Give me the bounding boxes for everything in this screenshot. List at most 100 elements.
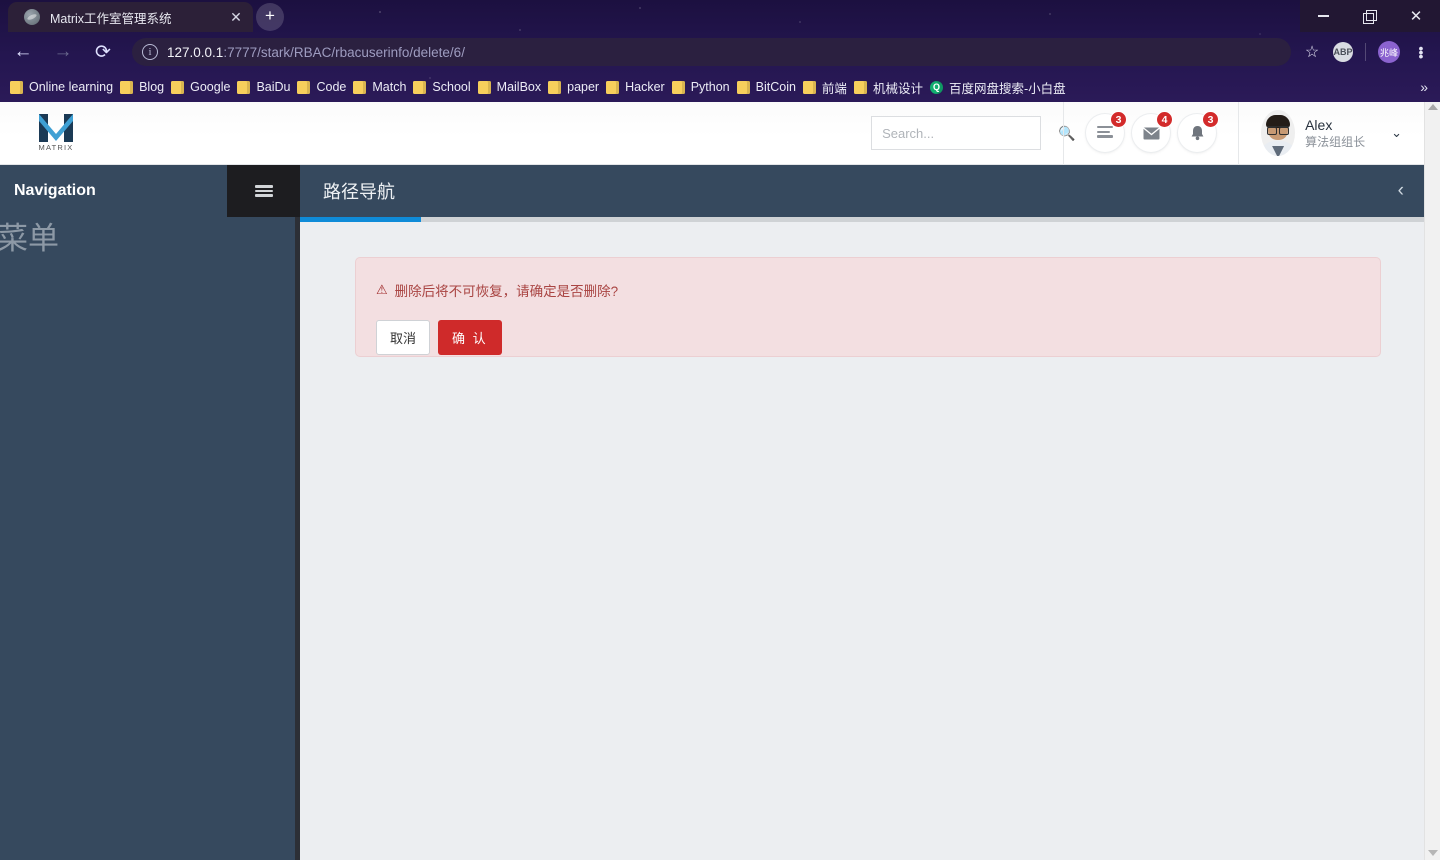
alert-actions: 取消 确 认 <box>376 320 1360 355</box>
tab-title: Matrix工作室管理系统 <box>50 11 172 26</box>
reload-icon[interactable]: ⟳ <box>86 35 120 69</box>
folder-icon <box>548 80 562 94</box>
bookmark-item[interactable]: Hacker <box>606 80 665 94</box>
alerts-badge: 3 <box>1202 111 1220 128</box>
forward-icon[interactable]: → <box>46 35 80 69</box>
avatar <box>1261 110 1296 156</box>
alert-message-row: ⚠ 删除后将不可恢复，请确定是否删除? <box>376 280 1360 300</box>
new-tab-button[interactable]: + <box>256 3 284 31</box>
delete-confirm-alert: ⚠ 删除后将不可恢复，请确定是否删除? 取消 确 认 <box>355 257 1381 357</box>
bookmark-item[interactable]: Google <box>171 80 230 94</box>
search-icon[interactable]: 🔍 <box>1058 125 1075 142</box>
folder-icon <box>477 80 491 94</box>
folder-icon <box>353 80 367 94</box>
app-logo[interactable]: MATRIX <box>30 114 82 152</box>
bookmark-star-icon[interactable]: ☆ <box>1299 39 1325 65</box>
bookmark-item[interactable]: Online learning <box>10 80 113 94</box>
scroll-up-arrow-icon[interactable] <box>1428 104 1438 110</box>
adblock-extension-icon[interactable]: ABP <box>1333 42 1353 62</box>
folder-icon <box>10 80 23 94</box>
logo-wordmark: MATRIX <box>38 143 74 152</box>
tasks-badge: 3 <box>1110 111 1128 128</box>
collapse-sidebar-icon[interactable]: ‹ <box>1398 180 1404 202</box>
browser-tab[interactable]: Matrix工作室管理系统 ✕ <box>8 2 253 32</box>
window-controls: ✕ <box>1300 0 1440 32</box>
sidebar-menu-label: 菜单 <box>0 221 59 256</box>
minimize-button[interactable] <box>1300 0 1346 32</box>
bookmark-label: 机械设计 <box>872 81 923 96</box>
url-path: :7777/stark/RBAC/rbacuserinfo/delete/6/ <box>223 44 465 60</box>
chrome-menu-icon[interactable]: • • • <box>1410 41 1432 63</box>
bookmark-item[interactable]: 百度网盘搜索-小白盘 <box>929 78 1066 97</box>
bookmark-item[interactable]: 前端 <box>802 78 847 97</box>
bookmarks-overflow-icon[interactable]: » <box>1420 79 1428 95</box>
close-icon[interactable]: ✕ <box>227 8 245 26</box>
browser-window: Matrix工作室管理系统 ✕ + ✕ ← → ⟳ i 127.0.0.1:77… <box>0 0 1440 860</box>
bookmark-label: Code <box>316 80 347 94</box>
bell-icon <box>1191 126 1203 141</box>
search-input[interactable] <box>882 125 1059 141</box>
app-header-right: 🔍 3 4 <box>871 102 1424 165</box>
tab-strip: Matrix工作室管理系统 ✕ + ✕ <box>0 0 1440 32</box>
globe-icon <box>24 9 40 25</box>
breadcrumb: 路径导航 <box>323 182 395 202</box>
chevron-down-icon[interactable]: ⌄ <box>1391 125 1402 141</box>
url-text: 127.0.0.1:7777/stark/RBAC/rbacuserinfo/d… <box>167 45 465 60</box>
tasks-icon <box>1097 125 1114 140</box>
bookmark-label: Hacker <box>625 80 665 94</box>
bookmark-label: 百度网盘搜索-小白盘 <box>948 81 1066 96</box>
back-icon[interactable]: ← <box>6 35 40 69</box>
confirm-button[interactable]: 确 认 <box>438 320 502 355</box>
envelope-icon <box>1142 126 1160 139</box>
bookmark-label: Google <box>190 80 231 94</box>
profile-avatar[interactable]: 兆峰 <box>1378 41 1400 63</box>
page-scrollbar[interactable] <box>1424 102 1440 860</box>
bookmark-item[interactable]: Code <box>297 80 346 94</box>
folder-icon <box>853 80 867 94</box>
bookmark-item[interactable]: 机械设计 <box>853 78 923 97</box>
menu-icon[interactable] <box>227 165 300 217</box>
user-text: Alex 算法组组长 <box>1305 117 1365 150</box>
scroll-down-arrow-icon[interactable] <box>1428 850 1438 856</box>
bookmark-label: MailBox <box>496 80 542 94</box>
bookmark-item[interactable]: MailBox <box>477 80 542 94</box>
bookmark-item[interactable]: Match <box>353 80 406 94</box>
site-info-icon[interactable]: i <box>142 44 158 60</box>
toolbar-right: ☆ ABP 兆峰 • • • <box>1299 39 1440 65</box>
tasks-button[interactable]: 3 <box>1086 111 1128 152</box>
bookmark-label: School <box>432 80 471 94</box>
alerts-button[interactable]: 3 <box>1178 111 1220 152</box>
address-bar[interactable]: i 127.0.0.1:7777/stark/RBAC/rbacuserinfo… <box>132 38 1291 66</box>
folder-icon <box>606 80 620 94</box>
folder-icon <box>413 80 427 94</box>
bookmark-item[interactable]: School <box>413 80 471 94</box>
messages-button[interactable]: 4 <box>1132 111 1174 152</box>
messages-badge: 4 <box>1156 111 1174 128</box>
bookmarks-bar: Online learning Blog Google BaiDu Code M… <box>0 72 1440 102</box>
browser-toolbar: ← → ⟳ i 127.0.0.1:7777/stark/RBAC/rbacus… <box>0 32 1440 72</box>
bookmark-label: Match <box>372 80 407 94</box>
folder-icon <box>120 80 134 94</box>
bookmark-item[interactable]: Python <box>671 80 730 94</box>
maximize-button[interactable] <box>1346 0 1392 32</box>
search-box[interactable]: 🔍 <box>871 116 1076 150</box>
header-divider <box>1063 102 1065 165</box>
user-menu[interactable]: Alex 算法组组长 ⌄ <box>1261 110 1424 156</box>
bookmark-item[interactable]: BaiDu <box>237 80 290 94</box>
main-content: ⚠ 删除后将不可恢复，请确定是否删除? 取消 确 认 <box>300 222 1424 860</box>
cancel-button[interactable]: 取消 <box>376 320 431 355</box>
bookmark-label: Online learning <box>29 80 114 94</box>
bookmark-item[interactable]: Blog <box>120 80 164 94</box>
toolbar-divider <box>1365 43 1366 61</box>
bookmark-label: BitCoin <box>755 80 796 94</box>
sidebar: 菜单 <box>0 165 300 860</box>
bookmark-label: Blog <box>139 80 165 94</box>
alert-message: 删除后将不可恢复，请确定是否删除? <box>394 284 619 299</box>
close-window-button[interactable]: ✕ <box>1392 0 1440 32</box>
page-viewport: MATRIX 🔍 3 <box>0 102 1440 860</box>
navigation-bar: Navigation 路径导航 ‹ <box>0 165 1424 217</box>
user-role: 算法组组长 <box>1305 134 1366 149</box>
bookmark-label: 前端 <box>821 81 847 96</box>
bookmark-item[interactable]: BitCoin <box>736 80 796 94</box>
bookmark-item[interactable]: paper <box>548 80 599 94</box>
